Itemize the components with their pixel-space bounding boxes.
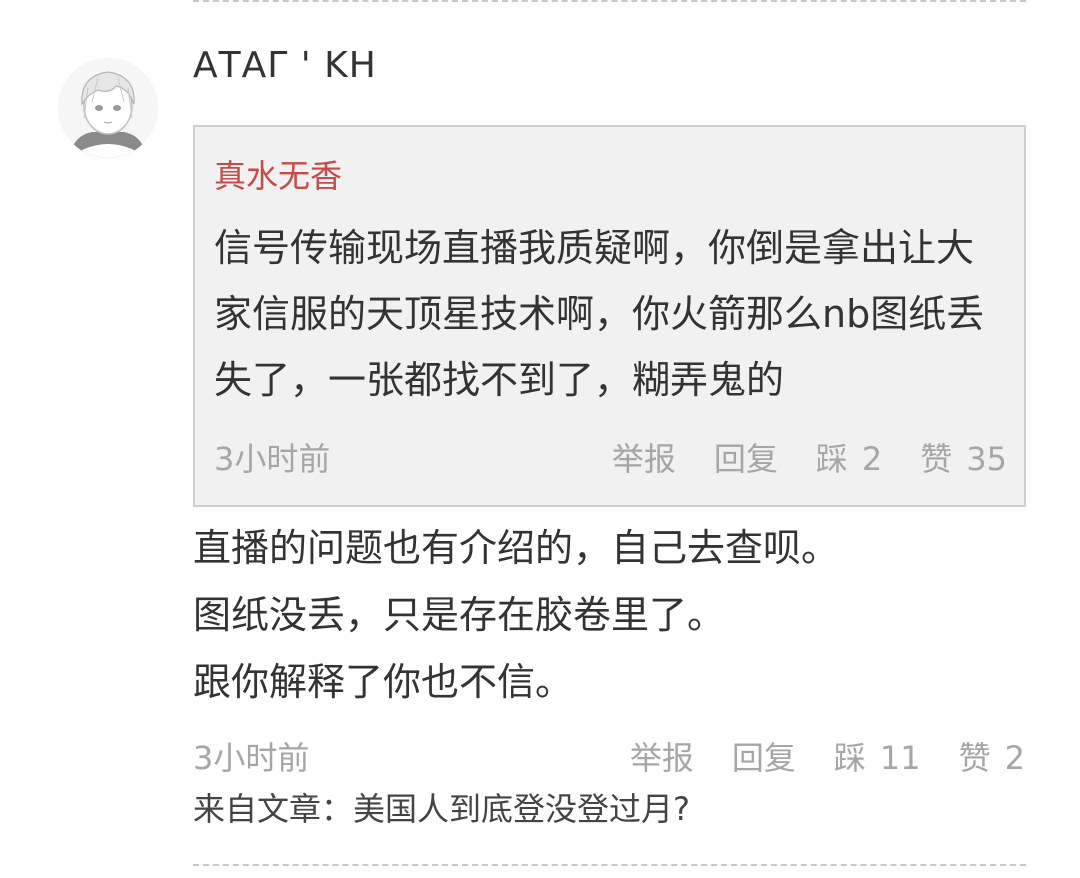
quoted-like-button[interactable]: 赞 35 bbox=[920, 439, 1007, 479]
quoted-comment: 真水无香 信号传输现场直播我质疑啊，你倒是拿出让大家信服的天顶星技术啊，你火箭那… bbox=[193, 125, 1026, 507]
dislike-label: 踩 bbox=[833, 739, 866, 777]
quoted-actions: 举报 回复 踩2 赞 35 bbox=[612, 439, 1007, 479]
quoted-dislike-button[interactable]: 踩2 bbox=[816, 439, 882, 479]
user-avatar[interactable] bbox=[58, 58, 158, 158]
quoted-report-button[interactable]: 举报 bbox=[612, 439, 676, 479]
quoted-reply-button[interactable]: 回复 bbox=[714, 439, 778, 479]
anime-avatar-icon bbox=[58, 58, 158, 158]
comment-actions: 举报 回复 踩 11 赞2 bbox=[630, 738, 1025, 778]
comment-timestamp: 3小时前 bbox=[193, 739, 310, 777]
top-divider bbox=[193, 0, 1026, 2]
like-count: 2 bbox=[1004, 739, 1025, 777]
dislike-button[interactable]: 踩 11 bbox=[834, 738, 921, 778]
reply-line: 图纸没丢，只是存在胶卷里了。 bbox=[193, 593, 726, 637]
quoted-meta-row: 3小时前 举报 回复 踩2 赞 35 bbox=[214, 439, 1007, 479]
reply-button[interactable]: 回复 bbox=[732, 738, 796, 778]
source-article-link[interactable]: 来自文章：美国人到底登没登过月? bbox=[193, 788, 690, 830]
bottom-divider bbox=[193, 864, 1026, 866]
reply-line: 直播的问题也有介绍的，自己去查呗。 bbox=[193, 526, 840, 570]
like-label: 赞 bbox=[958, 739, 991, 777]
quoted-dislike-count: 2 bbox=[861, 440, 883, 478]
quoted-timestamp: 3小时前 bbox=[214, 440, 331, 478]
quoted-like-count: 35 bbox=[966, 440, 1007, 478]
report-button[interactable]: 举报 bbox=[630, 738, 694, 778]
comment-username[interactable]: ΑΤΑΓ ' ΚΗ bbox=[193, 42, 377, 90]
reply-text: 直播的问题也有介绍的，自己去查呗。 图纸没丢，只是存在胶卷里了。 跟你解释了你也… bbox=[193, 515, 1033, 716]
quoted-text: 信号传输现场直播我质疑啊，你倒是拿出让大家信服的天顶星技术啊，你火箭那么nb图纸… bbox=[214, 226, 985, 402]
like-button[interactable]: 赞2 bbox=[959, 738, 1025, 778]
reply-line: 跟你解释了你也不信。 bbox=[193, 660, 574, 704]
quoted-dislike-label: 踩 bbox=[815, 440, 848, 478]
quoted-author[interactable]: 真水无香 bbox=[214, 155, 342, 197]
dislike-count: 11 bbox=[879, 739, 921, 777]
comment-meta-row: 3小时前 举报 回复 踩 11 赞2 bbox=[193, 738, 1025, 778]
quoted-like-label: 赞 bbox=[920, 440, 953, 478]
